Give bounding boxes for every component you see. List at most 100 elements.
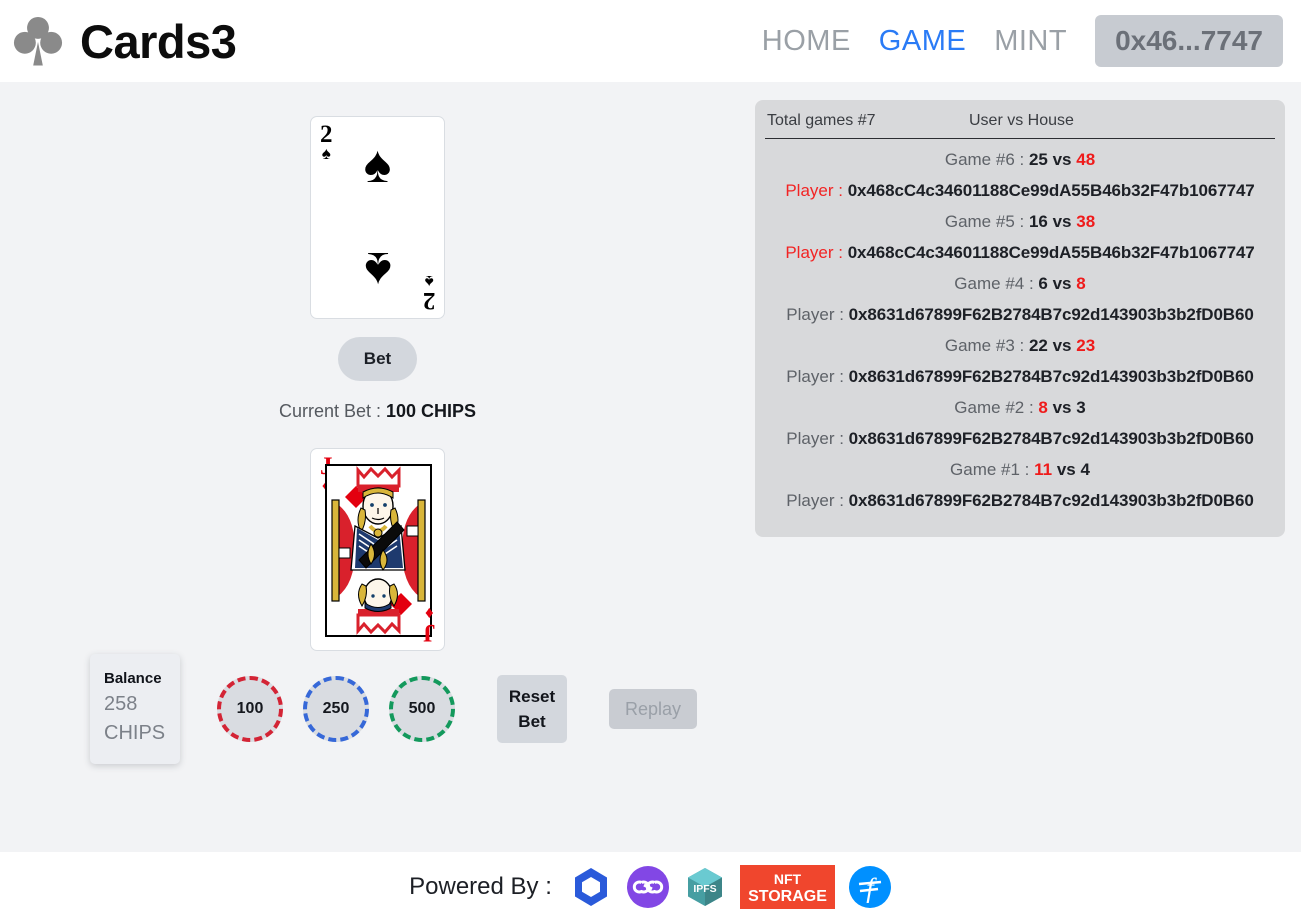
history-player-label: Player : (786, 305, 849, 324)
powered-by-label: Powered By : (409, 872, 552, 900)
player-card: J ♦ (310, 448, 445, 651)
chip-500[interactable]: 500 (389, 676, 455, 743)
history-score-row: Game #6 : 25 vs 48 (765, 147, 1275, 172)
replay-button[interactable]: Replay (609, 689, 697, 730)
history-score-row: Game #4 : 6 vs 8 (765, 271, 1275, 296)
history-player-row: Player : 0x8631d67899F62B2784B7c92d14390… (765, 420, 1275, 457)
player-card-corner-bottom: J ♦ (422, 604, 436, 646)
history-vs-label: vs (1047, 274, 1077, 293)
history-user-score: 22 (1028, 336, 1048, 355)
house-card-corner-bottom: 2 ♠ (422, 272, 436, 314)
history-player-address: 0x468cC4c34601188Ce99dA55B46b32F47b10677… (847, 181, 1255, 200)
house-card-corner-top: 2 ♠ (320, 122, 333, 163)
history-player-address: 0x8631d67899F62B2784B7c92d143903b3b2fD0B… (848, 491, 1254, 510)
app-root: Cards3 HOME GAME MINT 0x46...7747 2 ♠ ♠ … (0, 0, 1301, 921)
chip-100[interactable]: 100 (217, 676, 283, 743)
history-user-score: 8 (1038, 398, 1048, 417)
main-nav: HOME GAME MINT 0x46...7747 (762, 15, 1283, 67)
balance-label: Balance (104, 670, 162, 688)
history-house-score: 3 (1076, 398, 1086, 417)
house-card: 2 ♠ ♠ ♠ 2 ♠ (310, 116, 445, 319)
club-suit-icon (13, 16, 63, 66)
spade-icon: ♠ (321, 144, 331, 163)
history-player-label: Player : (786, 367, 849, 386)
history-vs-label: vs (1047, 150, 1077, 169)
nft-storage-logo-line2: STORAGE (748, 888, 827, 905)
user-vs-house-label: User vs House (969, 112, 1074, 129)
history-vs-label: vs (1047, 336, 1077, 355)
history-game-label: Game #4 : (954, 274, 1039, 293)
chainlink-logo[interactable] (569, 865, 613, 909)
betting-controls: Balance 258 CHIPS 100 250 500 Reset Bet … (0, 654, 755, 764)
history-player-address: 0x468cC4c34601188Ce99dA55B46b32F47b10677… (847, 243, 1255, 262)
history-player-address: 0x8631d67899F62B2784B7c92d143903b3b2fD0B… (848, 429, 1254, 448)
nav-link-mint[interactable]: MINT (994, 25, 1067, 58)
history-user-score: 25 (1028, 150, 1048, 169)
jack-court-artwork (325, 464, 432, 637)
history-rows: Game #6 : 25 vs 48 Player : 0x468cC4c3460… (765, 139, 1275, 519)
ipfs-logo-text: IPFS (693, 883, 716, 895)
history-house-score: 48 (1076, 150, 1096, 169)
history-game-label: Game #6 : (944, 150, 1029, 169)
current-bet-text: Current Bet : 100 CHIPS (279, 401, 476, 422)
history-player-address: 0x8631d67899F62B2784B7c92d143903b3b2fD0B… (848, 305, 1254, 324)
spade-icon: ♠ (424, 272, 434, 291)
history-player-address: 0x8631d67899F62B2784B7c92d143903b3b2fD0B… (848, 367, 1254, 386)
history-vs-label: vs (1052, 460, 1081, 479)
chip-250[interactable]: 250 (303, 676, 369, 743)
current-bet-value: 100 CHIPS (386, 401, 477, 421)
filecoin-logo[interactable]: f (848, 865, 892, 909)
history-house-score: 4 (1080, 460, 1090, 479)
nav-link-home[interactable]: HOME (762, 25, 851, 58)
history-house-score: 38 (1076, 212, 1096, 231)
spade-icon: ♠ (363, 241, 392, 299)
history-score-row: Game #2 : 8 vs 3 (765, 395, 1275, 420)
nft-storage-logo-line1: NFT (774, 871, 802, 887)
brand-name: Cards3 (80, 14, 237, 68)
wallet-address-button[interactable]: 0x46...7747 (1095, 15, 1283, 67)
history-score-row: Game #5 : 16 vs 38 (765, 209, 1275, 234)
history-vs-label: vs (1047, 212, 1077, 231)
history-user-score: 6 (1038, 274, 1048, 293)
bet-button[interactable]: Bet (337, 337, 418, 381)
game-table-column: 2 ♠ ♠ ♠ 2 ♠ Bet Current Bet : 100 CHIPS … (0, 82, 755, 852)
nav-link-game[interactable]: GAME (879, 25, 966, 58)
diamond-icon: ♦ (424, 604, 434, 623)
history-score-row: Game #1 : 11 vs 4 (765, 457, 1275, 482)
app-header: Cards3 HOME GAME MINT 0x46...7747 (0, 0, 1301, 82)
history-player-row: Player : 0x8631d67899F62B2784B7c92d14390… (765, 358, 1275, 395)
balance-value: 258 (104, 693, 138, 715)
game-history-panel: Total games #7 User vs House Game #6 : 2… (755, 100, 1285, 537)
chip-tray: 100 250 500 (217, 676, 455, 743)
history-player-label: Player : (785, 181, 848, 200)
balance-card: Balance 258 CHIPS (90, 654, 180, 764)
history-house-score: 23 (1076, 336, 1096, 355)
history-vs-label: vs (1047, 398, 1077, 417)
main-content: 2 ♠ ♠ ♠ 2 ♠ Bet Current Bet : 100 CHIPS … (0, 82, 1301, 852)
brand[interactable]: Cards3 (10, 12, 237, 70)
history-game-label: Game #1 : (950, 460, 1035, 479)
spade-icon: ♠ (363, 136, 392, 194)
history-player-row: Player : 0x8631d67899F62B2784B7c92d14390… (765, 296, 1275, 333)
house-card-rank: 2 (422, 287, 436, 314)
nft-storage-logo[interactable]: NFT STORAGE (739, 864, 835, 909)
history-player-label: Player : (786, 491, 849, 510)
reset-bet-button[interactable]: Reset Bet (497, 675, 567, 744)
history-player-row: Player : 0x468cC4c34601188Ce99dA55B46b32… (765, 172, 1275, 209)
history-player-row: Player : 0x8631d67899F62B2784B7c92d14390… (765, 482, 1275, 519)
history-game-label: Game #5 : (944, 212, 1029, 231)
reset-bet-label-line1: Reset (508, 686, 556, 706)
history-player-row: Player : 0x468cC4c34601188Ce99dA55B46b32… (765, 234, 1275, 271)
reset-bet-label-line2: Bet (518, 712, 546, 732)
history-player-label: Player : (785, 243, 848, 262)
balance-unit: CHIPS (104, 722, 166, 744)
current-bet-label: Current Bet : (278, 401, 386, 421)
history-header-row: Total games #7 User vs House (765, 112, 1275, 139)
player-card-rank: J (422, 619, 436, 646)
app-footer: Powered By : IPFS NFT STORAGE f (0, 852, 1301, 921)
history-user-score: 11 (1034, 460, 1053, 479)
ipfs-logo[interactable]: IPFS (683, 865, 727, 909)
polygon-logo[interactable] (626, 865, 670, 909)
history-user-score: 16 (1028, 212, 1048, 231)
history-game-label: Game #3 : (944, 336, 1029, 355)
